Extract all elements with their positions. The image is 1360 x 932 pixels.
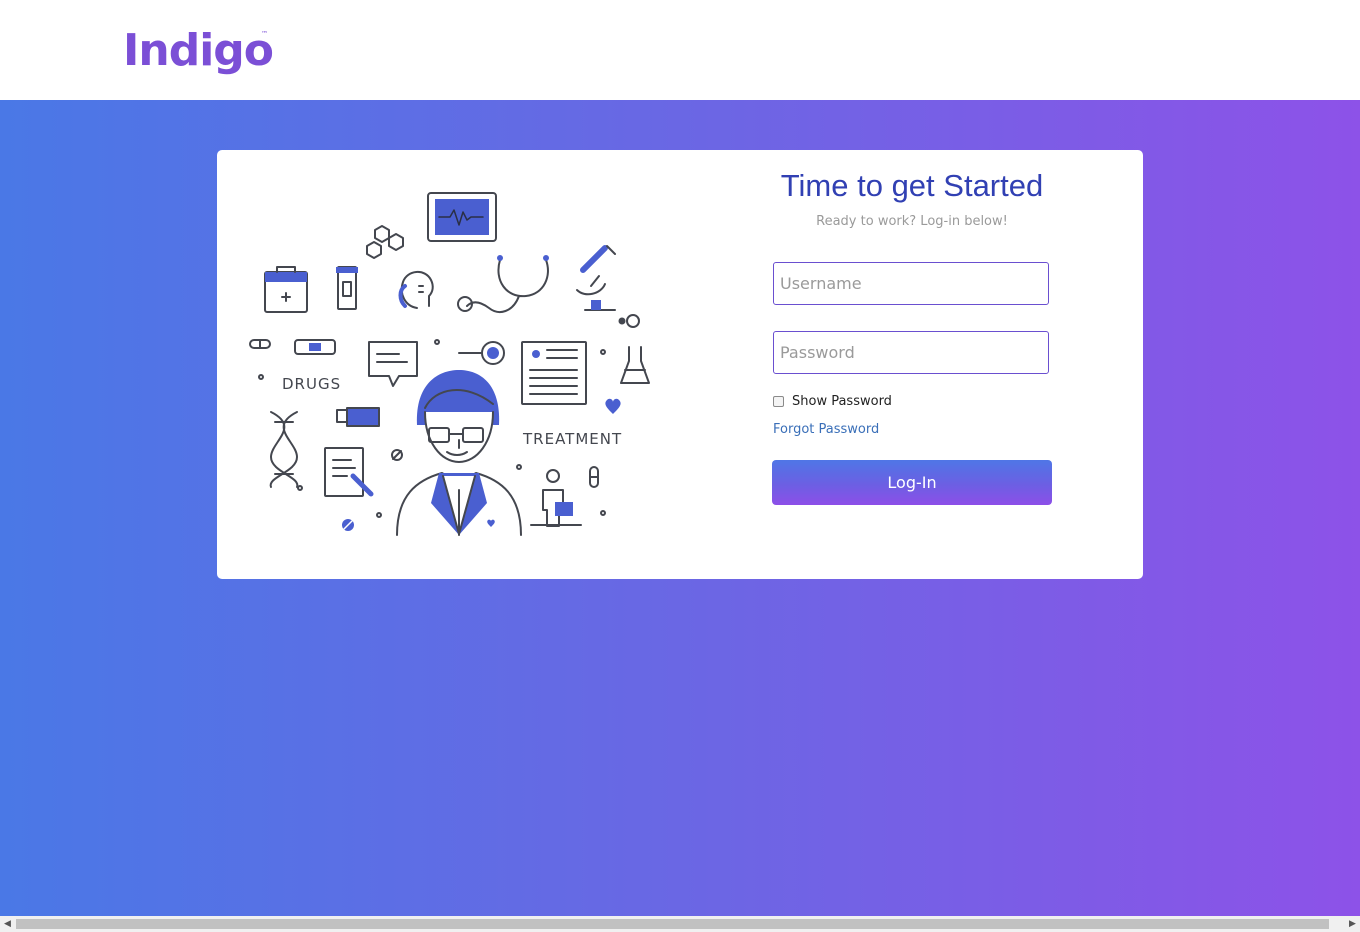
scroll-right-arrow-icon: ▶	[1349, 919, 1356, 929]
prescription-icon	[324, 447, 374, 497]
pill-bottle-icon	[336, 266, 358, 310]
page-title: Time to get Started	[780, 168, 1044, 203]
heart-monitor-icon	[427, 192, 497, 242]
scroll-right-button[interactable]: ▶	[1345, 916, 1360, 932]
doctor-icon	[396, 370, 522, 536]
ointment-tube-icon	[336, 407, 380, 427]
heart-icon	[605, 398, 621, 414]
head-profile-icon	[398, 271, 434, 309]
flask-icon	[620, 346, 650, 384]
brand-logo[interactable]: Indigo	[123, 24, 274, 78]
horizontal-scrollbar[interactable]: ◀ ▶	[0, 916, 1360, 932]
trademark-mark: ™	[261, 30, 268, 38]
microscope-icon	[576, 245, 616, 311]
treatment-label: TREATMENT	[522, 430, 622, 448]
username-input[interactable]	[773, 262, 1049, 305]
login-button[interactable]: Log-In	[772, 460, 1052, 505]
capsule-icon	[249, 339, 271, 349]
pill-pack-icon	[294, 339, 336, 355]
show-password-label[interactable]: Show Password	[792, 394, 892, 409]
login-card: DRUGS TREATMENT Time to get Started Read…	[217, 150, 1143, 579]
patient-record-icon	[521, 341, 587, 405]
login-form: Time to get Started Ready to work? Log-i…	[772, 150, 1052, 579]
show-password-row[interactable]: Show Password	[773, 392, 892, 410]
scroll-left-arrow-icon: ◀	[4, 919, 11, 929]
scroll-left-button[interactable]: ◀	[0, 916, 15, 932]
chat-bubble-icon	[368, 341, 418, 387]
stethoscope-icon	[457, 255, 549, 313]
top-bar: Indigo ™	[0, 0, 1360, 100]
password-input[interactable]	[773, 331, 1049, 374]
patient-figure-icon	[530, 469, 582, 527]
page-subtitle: Ready to work? Log-in below!	[816, 214, 1008, 229]
molecule-icon	[366, 225, 404, 259]
show-password-checkbox[interactable]	[773, 395, 784, 407]
medical-illustration: DRUGS TREATMENT	[249, 192, 650, 536]
dna-icon	[269, 411, 299, 488]
first-aid-kit-icon	[264, 266, 308, 313]
forgot-password-link[interactable]: Forgot Password	[773, 422, 879, 437]
drugs-label: DRUGS	[282, 375, 341, 393]
scrollbar-thumb[interactable]	[16, 919, 1329, 929]
magnifier-icon	[458, 341, 505, 365]
